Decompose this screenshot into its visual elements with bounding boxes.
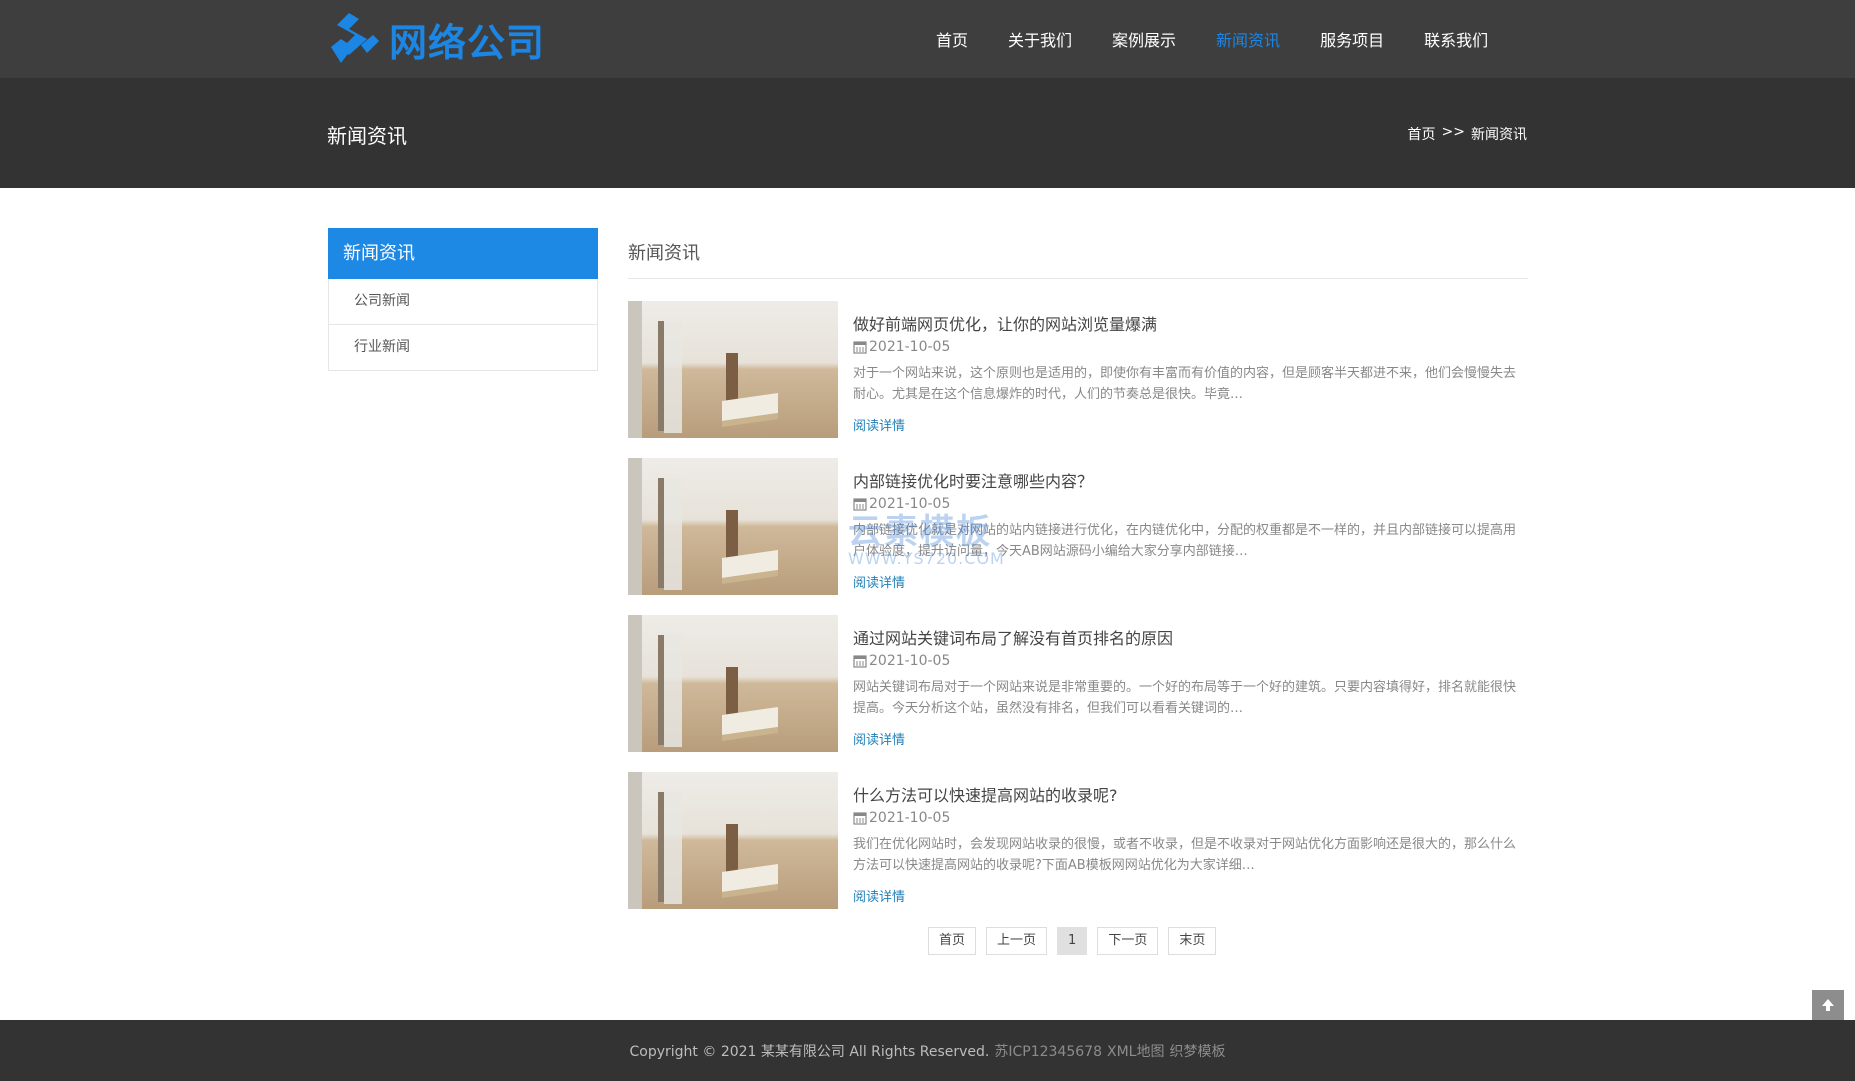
- page-banner: 新闻资讯 首页 >> 新闻资讯: [0, 78, 1855, 188]
- logo-text: 网络公司: [389, 20, 546, 65]
- article-item: 做好前端网页优化，让你的网站浏览量爆满 2021-10-05 对于一个网站来说，…: [628, 301, 1528, 438]
- logo-mark-icon: [331, 13, 379, 63]
- page-prev-button[interactable]: 上一页: [986, 927, 1048, 955]
- article-item: 内部链接优化时要注意哪些内容？ 2021-10-05 内部链接优化就是对网站的站…: [628, 458, 1528, 595]
- article-title[interactable]: 内部链接优化时要注意哪些内容？: [853, 468, 1093, 492]
- back-to-top-button[interactable]: [1812, 990, 1844, 1020]
- article-thumbnail[interactable]: [628, 301, 838, 438]
- calendar-icon: [853, 341, 867, 354]
- breadcrumb: 首页 >> 新闻资讯: [1408, 124, 1527, 144]
- article-date: 2021-10-05: [853, 496, 950, 512]
- sidebar: 新闻资讯 公司新闻 行业新闻: [328, 228, 598, 371]
- article-thumbnail[interactable]: [628, 772, 838, 909]
- article-date-text: 2021-10-05: [869, 496, 951, 512]
- article-date-text: 2021-10-05: [869, 810, 951, 826]
- footer-icp-link[interactable]: 苏ICP12345678: [994, 1041, 1102, 1061]
- read-more-link[interactable]: 阅读详情: [853, 886, 905, 905]
- read-more-link[interactable]: 阅读详情: [853, 415, 905, 434]
- sidebar-item-industry-news[interactable]: 行业新闻: [328, 325, 598, 371]
- article-item: 通过网站关键词布局了解没有首页排名的原因 2021-10-05 网站关键词布局对…: [628, 615, 1528, 752]
- calendar-icon: [853, 498, 867, 511]
- page-number-button[interactable]: 1: [1057, 927, 1088, 955]
- pagination: 首页 上一页 1 下一页 末页: [928, 927, 1217, 955]
- article-date: 2021-10-05: [853, 810, 950, 826]
- breadcrumb-home-link[interactable]: 首页: [1408, 124, 1436, 144]
- article-thumbnail[interactable]: [628, 615, 838, 752]
- footer-copyright: Copyright © 2021 某某有限公司 All Rights Reser…: [629, 1043, 990, 1060]
- article-date-text: 2021-10-05: [869, 653, 951, 669]
- main-nav: 首页 关于我们 案例展示 新闻资讯 服务项目 联系我们: [936, 0, 1528, 78]
- article-date: 2021-10-05: [853, 339, 950, 355]
- article-thumbnail[interactable]: [628, 458, 838, 595]
- read-more-link[interactable]: 阅读详情: [853, 729, 905, 748]
- nav-item-contact[interactable]: 联系我们: [1424, 27, 1488, 51]
- article-thumbnail-icon: [628, 772, 838, 909]
- nav-item-services[interactable]: 服务项目: [1320, 27, 1384, 51]
- breadcrumb-separator: >>: [1441, 124, 1465, 140]
- news-list: 新闻资讯: [628, 228, 1528, 279]
- nav-item-about[interactable]: 关于我们: [1008, 27, 1072, 51]
- page-title: 新闻资讯: [327, 124, 407, 148]
- article-title[interactable]: 通过网站关键词布局了解没有首页排名的原因: [853, 625, 1173, 649]
- article-title[interactable]: 做好前端网页优化，让你的网站浏览量爆满: [853, 311, 1157, 335]
- sidebar-item-company-news[interactable]: 公司新闻: [328, 279, 598, 325]
- page-next-button[interactable]: 下一页: [1097, 927, 1159, 955]
- arrow-up-icon: [1822, 999, 1834, 1011]
- page-first-button[interactable]: 首页: [928, 927, 977, 955]
- nav-item-news[interactable]: 新闻资讯: [1216, 27, 1280, 51]
- calendar-icon: [853, 655, 867, 668]
- footer-template-link[interactable]: 织梦模板: [1169, 1041, 1225, 1061]
- page-last-button[interactable]: 末页: [1168, 927, 1217, 955]
- section-title: 新闻资讯: [628, 228, 1528, 279]
- article-summary: 网站关键词布局对于一个网站来说是非常重要的。一个好的布局等于一个好的建筑。只要内…: [853, 680, 1517, 716]
- article-summary: 我们在优化网站时，会发现网站收录的很慢，或者不收录，但是不收录对于网站优化方面影…: [853, 837, 1517, 873]
- breadcrumb-current-link[interactable]: 新闻资讯: [1471, 124, 1527, 144]
- footer: Copyright © 2021 某某有限公司 All Rights Reser…: [0, 1020, 1855, 1081]
- article-date-text: 2021-10-05: [869, 339, 951, 355]
- article-summary: 对于一个网站来说，这个原则也是适用的，即使你有丰富而有价值的内容，但是顾客半天都…: [853, 366, 1517, 402]
- top-navbar: 网络公司 首页 关于我们 案例展示 新闻资讯 服务项目 联系我们: [0, 0, 1855, 78]
- article-item: 什么方法可以快速提高网站的收录呢? 2021-10-05 我们在优化网站时，会发…: [628, 772, 1528, 909]
- article-thumbnail-icon: [628, 615, 838, 752]
- article-thumbnail-icon: [628, 301, 838, 438]
- article-thumbnail-icon: [628, 458, 838, 595]
- logo[interactable]: 网络公司: [327, 10, 545, 68]
- sidebar-heading[interactable]: 新闻资讯: [328, 228, 598, 279]
- read-more-link[interactable]: 阅读详情: [853, 572, 905, 591]
- nav-item-home[interactable]: 首页: [936, 27, 968, 51]
- article-date: 2021-10-05: [853, 653, 950, 669]
- article-summary: 内部链接优化就是对网站的站内链接进行优化，在内链优化中，分配的权重都是不一样的，…: [853, 523, 1517, 559]
- calendar-icon: [853, 812, 867, 825]
- footer-xml-map-link[interactable]: XML地图: [1107, 1041, 1164, 1061]
- article-title[interactable]: 什么方法可以快速提高网站的收录呢?: [853, 782, 1118, 806]
- nav-item-cases[interactable]: 案例展示: [1112, 27, 1176, 51]
